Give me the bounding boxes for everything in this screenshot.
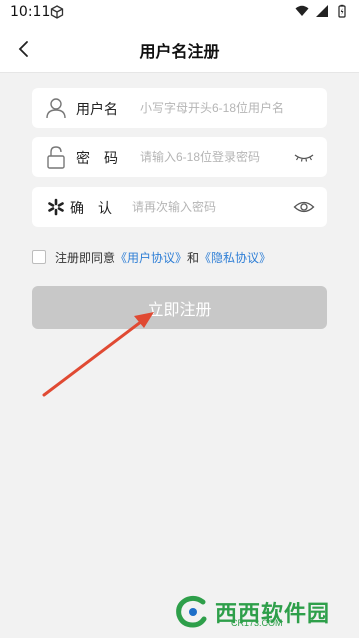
page-title: 用户名注册	[139, 42, 220, 61]
confirm-password-input[interactable]	[132, 193, 282, 221]
status-bar: 10:11	[0, 0, 359, 26]
wifi-icon	[295, 5, 309, 16]
register-button[interactable]: 立即注册	[32, 286, 327, 329]
watermark-emblem-icon	[176, 595, 207, 628]
status-time: 10:11	[10, 4, 51, 20]
lock-icon	[47, 146, 65, 169]
watermark-logo: 西西软件园 CR173.COM	[169, 592, 339, 632]
password-field: 密 码	[32, 137, 327, 177]
confirm-label: 确 认	[70, 201, 112, 217]
username-label: 用户名	[76, 102, 118, 118]
user-icon	[46, 98, 66, 119]
password-label: 密 码	[76, 151, 118, 167]
agreement-checkbox[interactable]	[32, 250, 46, 264]
username-input[interactable]	[140, 94, 320, 122]
battery-icon	[338, 4, 346, 18]
agreement-prefix: 注册即同意	[55, 250, 116, 265]
app-header: 用户名注册	[0, 26, 359, 73]
eye-open-icon[interactable]	[293, 197, 315, 217]
user-agreement-link[interactable]: 《用户协议》	[115, 249, 187, 266]
watermark-sub: CR173.COM	[231, 618, 283, 628]
confirm-password-field: 确 认	[32, 187, 327, 227]
agreement-conjunction: 和	[187, 250, 200, 265]
cube-icon	[50, 5, 64, 19]
username-field: 用户名	[32, 88, 327, 128]
asterisk-icon	[48, 198, 64, 216]
agreement-row: 注册即同意 《用户协议》 和 《隐私协议》	[32, 247, 271, 267]
privacy-policy-link[interactable]: 《隐私协议》	[199, 249, 271, 266]
status-indicators	[295, 4, 349, 18]
eye-closed-icon[interactable]	[293, 147, 315, 167]
password-input[interactable]	[140, 143, 290, 171]
signal-icon	[316, 5, 328, 17]
